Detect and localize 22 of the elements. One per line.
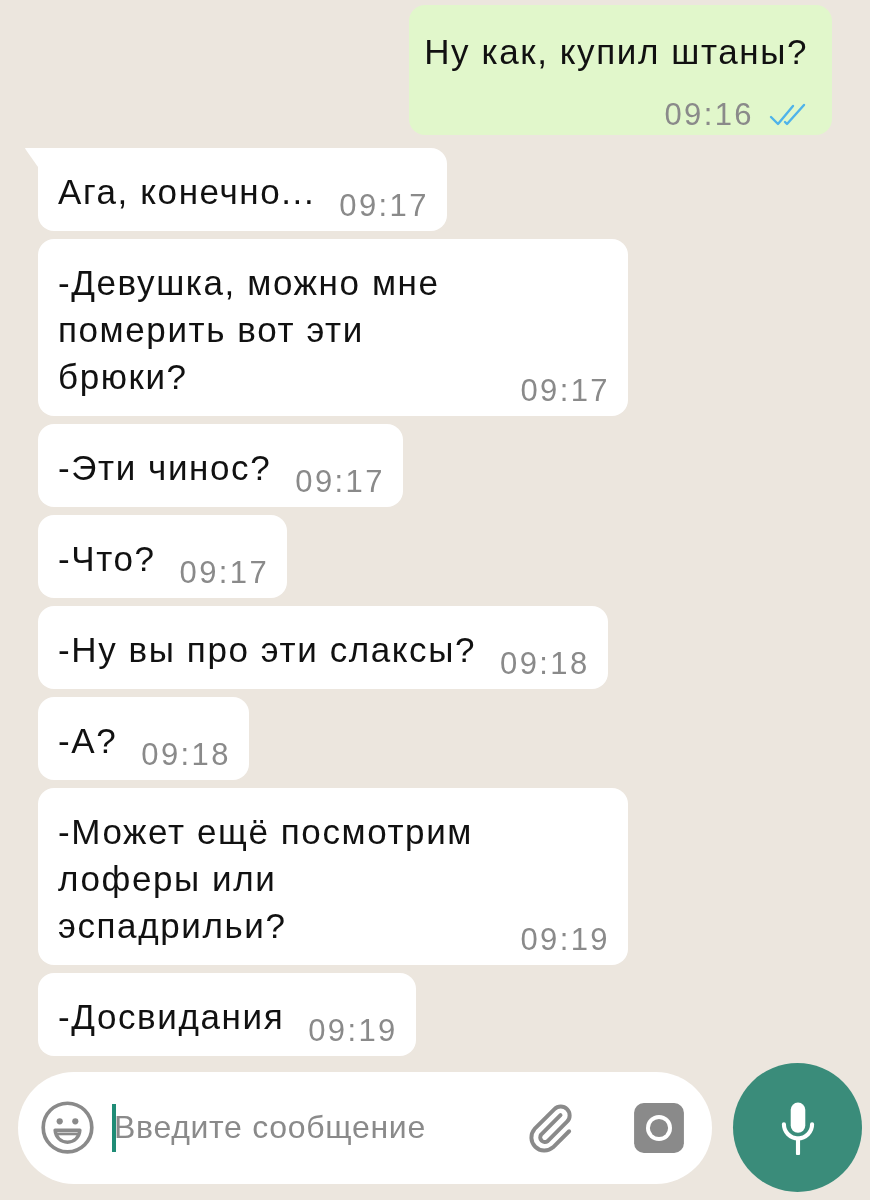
camera-icon[interactable] [633, 1101, 685, 1154]
message-time: 09:18 [141, 740, 231, 770]
message-text: -Что? [58, 538, 156, 580]
smiley-icon[interactable] [40, 1100, 95, 1155]
message-text: -Девушка, можно мне померить вот эти брюки? [58, 262, 440, 398]
message-time: 09:17 [339, 191, 429, 221]
message-text: Ну как, купил штаны? [424, 31, 808, 73]
message-time: 09:16 [664, 100, 754, 130]
message-time: 09:19 [520, 925, 610, 955]
message-time: 09:17 [179, 558, 270, 588]
message-time: 09:17 [295, 467, 385, 497]
message-time: 09:17 [520, 376, 610, 406]
microphone-icon [780, 1100, 815, 1155]
message-text: -А? [58, 720, 118, 762]
message-time: 09:18 [500, 649, 590, 679]
message-text: -Ну вы про эти слаксы? [58, 629, 477, 671]
message-text: -Эти чинос? [58, 447, 272, 489]
message-text: -Досвидания [58, 996, 285, 1038]
message-text: -Может ещё посмотрим лоферы или эспадрильи? [58, 811, 473, 947]
message-input[interactable]: Введите сообщение [114, 1109, 522, 1146]
message-text: Ага, конечно... [58, 171, 316, 213]
message-time: 09:19 [308, 1016, 398, 1046]
